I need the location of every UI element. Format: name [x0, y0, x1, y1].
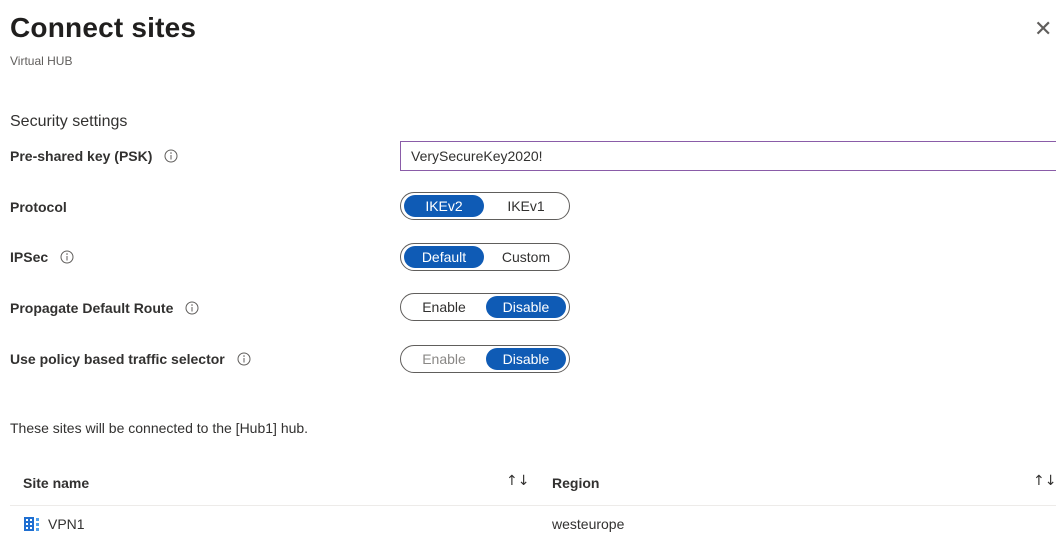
propagate-option-enable[interactable]: Enable: [404, 296, 484, 318]
policy-label-row: Use policy based traffic selector: [10, 349, 251, 369]
column-header-site-name[interactable]: Site name: [23, 475, 89, 491]
psk-label-row: Pre-shared key (PSK): [10, 146, 178, 166]
ipsec-label: IPSec: [10, 249, 49, 265]
policy-option-enable[interactable]: Enable: [404, 348, 484, 370]
ipsec-toggle: Default Custom: [400, 243, 570, 271]
connect-note: These sites will be connected to the [Hu…: [10, 420, 309, 436]
sort-icon[interactable]: ↑↓: [1033, 473, 1056, 489]
info-icon[interactable]: [164, 149, 178, 163]
psk-label: Pre-shared key (PSK): [10, 148, 153, 164]
ipsec-option-custom[interactable]: Custom: [486, 246, 566, 268]
site-name-cell[interactable]: VPN1: [48, 516, 85, 532]
info-icon[interactable]: [60, 250, 74, 264]
protocol-option-ikev1[interactable]: IKEv1: [486, 195, 566, 217]
security-settings-heading: Security settings: [10, 113, 128, 130]
protocol-label-row: Protocol: [10, 197, 67, 217]
vpn-site-icon: [24, 517, 39, 531]
info-icon[interactable]: [237, 352, 251, 366]
policy-label: Use policy based traffic selector: [10, 351, 225, 367]
protocol-option-ikev2[interactable]: IKEv2: [404, 195, 484, 217]
sort-icon[interactable]: ↑↓: [506, 473, 529, 489]
page-title: Connect sites: [10, 12, 197, 43]
column-header-region[interactable]: Region: [552, 475, 599, 491]
connect-sites-panel: Connect sites Virtual HUB ✕ Security set…: [0, 0, 1056, 541]
ipsec-label-row: IPSec: [10, 247, 74, 267]
psk-input[interactable]: [400, 141, 1056, 171]
propagate-option-disable[interactable]: Disable: [486, 296, 566, 318]
protocol-toggle: IKEv2 IKEv1: [400, 192, 570, 220]
page-subtitle: Virtual HUB: [10, 54, 73, 68]
policy-option-disable[interactable]: Disable: [486, 348, 566, 370]
info-icon[interactable]: [185, 301, 199, 315]
region-cell: westeurope: [552, 516, 625, 532]
close-icon[interactable]: ✕: [1034, 18, 1056, 42]
propagate-label-row: Propagate Default Route: [10, 298, 199, 318]
ipsec-option-default[interactable]: Default: [404, 246, 484, 268]
table-divider: [10, 505, 1056, 506]
propagate-toggle: Enable Disable: [400, 293, 570, 321]
propagate-label: Propagate Default Route: [10, 300, 174, 316]
policy-toggle: Enable Disable: [400, 345, 570, 373]
protocol-label: Protocol: [10, 199, 67, 215]
